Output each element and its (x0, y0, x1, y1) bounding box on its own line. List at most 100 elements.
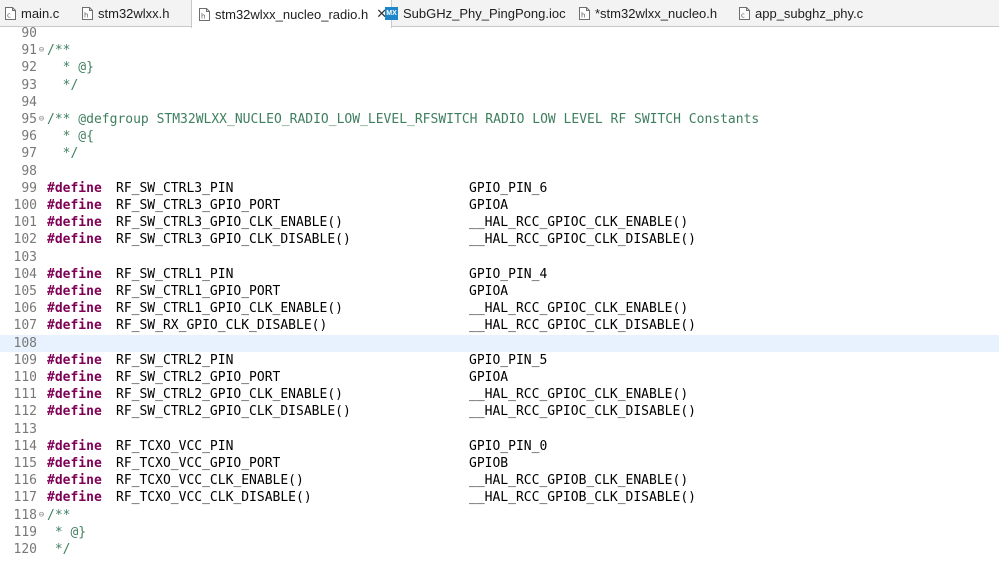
line-number: 114 (13, 438, 37, 454)
define-keyword: #define (47, 232, 102, 248)
comment-text: * @} (47, 60, 94, 76)
define-keyword: #define (47, 456, 102, 471)
code-line[interactable]: 119 * @} (0, 524, 999, 541)
code-line[interactable]: 91 ⊖/** (0, 42, 999, 59)
line-number: 95 (21, 112, 37, 127)
line-number: 118 (13, 507, 37, 523)
code-line[interactable]: 106 #define RF_SW_CTRL1_GPIO_CLK_ENABLE() _… (0, 300, 999, 317)
macro-name: RF_SW_CTRL2_GPIO_PORT (116, 370, 281, 385)
macro-value: GPIOA (469, 370, 509, 385)
code-line[interactable]: 98 (0, 163, 999, 180)
code-line[interactable]: 95 ⊖/** @defgroup STM32WLXX_NUCLEO_RADIO_… (0, 111, 999, 128)
fold-toggle-icon[interactable]: ⊖ (37, 111, 46, 128)
line-number: 113 (13, 421, 37, 437)
line-number: 96 (21, 129, 37, 145)
tab-stm32wlxx-nucleo-h[interactable]: h *stm32wlxx_nucleo.h (578, 0, 717, 27)
macro-name: RF_SW_CTRL2_PIN (116, 352, 234, 368)
code-line[interactable]: 94 (0, 94, 999, 111)
define-keyword: #define (47, 370, 102, 385)
code-line[interactable]: 100 #define RF_SW_CTRL3_GPIO_PORT GPIOA (0, 197, 999, 214)
code-line[interactable]: 112 #define RF_SW_CTRL2_GPIO_CLK_DISABLE()… (0, 403, 999, 420)
h-file-icon: h (81, 7, 93, 20)
code-line[interactable]: 90 (0, 25, 999, 42)
macro-name: RF_SW_RX_GPIO_CLK_DISABLE() (116, 318, 328, 334)
line-number: 94 (21, 94, 37, 110)
svg-text:c: c (741, 12, 745, 20)
tab-subghz-phy-pingpong-ioc[interactable]: MX SubGHz_Phy_PingPong.ioc (385, 0, 566, 27)
code-line[interactable]: 111 #define RF_SW_CTRL2_GPIO_CLK_ENABLE() _… (0, 386, 999, 403)
code-line[interactable]: 109 #define RF_SW_CTRL2_PIN GPIO_PIN_5 (0, 352, 999, 369)
line-number: 101 (13, 215, 37, 231)
code-line[interactable]: 108 (0, 334, 999, 352)
code-line[interactable]: 105 #define RF_SW_CTRL1_GPIO_PORT GPIOA (0, 283, 999, 300)
code-line[interactable]: 115 #define RF_TCXO_VCC_GPIO_PORT GPIOB (0, 455, 999, 472)
define-keyword: #define (47, 284, 102, 299)
c-file-icon: c (4, 7, 16, 20)
code-line[interactable]: 99 #define RF_SW_CTRL3_PIN GPIO_PIN_6 (0, 180, 999, 197)
tab-label: SubGHz_Phy_PingPong.ioc (403, 6, 566, 21)
code-line[interactable]: 117 #define RF_TCXO_VCC_CLK_DISABLE() __HAL… (0, 489, 999, 506)
code-line[interactable]: 104 #define RF_SW_CTRL1_PIN GPIO_PIN_4 (0, 266, 999, 283)
code-line[interactable]: 92 * @} (0, 59, 999, 76)
fold-toggle-icon[interactable]: ⊖ (37, 507, 46, 524)
line-number: 110 (13, 370, 37, 385)
tab-stm32wlxx-nucleo-radio-h[interactable]: h stm32wlxx_nucleo_radio.h ✕ (191, 0, 393, 28)
code-line[interactable]: 103 (0, 249, 999, 266)
code-line[interactable]: 101 #define RF_SW_CTRL3_GPIO_CLK_ENABLE() _… (0, 214, 999, 231)
define-keyword: #define (47, 215, 102, 231)
macro-value: __HAL_RCC_GPIOC_CLK_DISABLE() (469, 318, 696, 334)
code-line[interactable]: 113 (0, 421, 999, 438)
svg-text:h: h (84, 12, 88, 20)
macro-name: RF_SW_CTRL1_GPIO_CLK_ENABLE() (116, 301, 343, 317)
macro-value: __HAL_RCC_GPIOC_CLK_ENABLE() (469, 215, 689, 231)
tab-label: main.c (21, 6, 60, 21)
code-line[interactable]: 96 * @{ (0, 128, 999, 145)
macro-name: RF_TCXO_VCC_GPIO_PORT (116, 456, 281, 471)
tab-stm32wlxx-h[interactable]: h stm32wlxx.h (81, 0, 170, 27)
comment-text: /** @defgroup STM32WLXX_NUCLEO_RADIO_LOW… (47, 112, 760, 127)
code-line[interactable]: 102 #define RF_SW_CTRL3_GPIO_CLK_DISABLE()… (0, 231, 999, 248)
macro-value: GPIO_PIN_5 (469, 352, 548, 368)
define-keyword: #define (47, 318, 102, 334)
comment-text: */ (47, 146, 79, 162)
code-line[interactable]: 110 #define RF_SW_CTRL2_GPIO_PORT GPIOA (0, 369, 999, 386)
h-file-icon: h (198, 7, 210, 21)
line-number: 106 (13, 301, 37, 317)
line-number: 117 (13, 490, 37, 506)
tab-label: *stm32wlxx_nucleo.h (595, 6, 718, 21)
macro-value: GPIO_PIN_6 (469, 180, 548, 196)
line-number: 93 (21, 77, 37, 93)
define-keyword: #define (47, 490, 102, 506)
h-file-icon: h (578, 7, 590, 20)
code-line[interactable]: 118 ⊖/** (0, 507, 999, 524)
comment-text: * @{ (47, 129, 94, 145)
macro-value: GPIOA (469, 198, 509, 213)
define-keyword: #define (47, 266, 102, 282)
tab-app-subghz-phy-c[interactable]: c app_subghz_phy.c (738, 0, 863, 27)
macro-name: RF_TCXO_VCC_CLK_DISABLE() (116, 490, 312, 506)
line-number: 97 (21, 146, 37, 162)
editor-tab-bar: c main.c h stm32wlxx.h h stm32wlxx_nucleo_rad… (0, 0, 999, 28)
line-number: 112 (13, 404, 37, 420)
comment-text: */ (47, 542, 71, 557)
define-keyword: #define (47, 404, 102, 420)
code-line[interactable]: 120 */ (0, 541, 999, 558)
macro-name: RF_SW_CTRL1_GPIO_PORT (116, 284, 281, 299)
code-line[interactable]: 114 #define RF_TCXO_VCC_PIN GPIO_PIN_0 (0, 438, 999, 455)
line-number: 111 (13, 387, 37, 403)
tab-label: stm32wlxx_nucleo_radio.h (215, 6, 369, 22)
macro-name: RF_TCXO_VCC_PIN (116, 438, 234, 454)
code-line[interactable]: 93 */ (0, 77, 999, 94)
tab-main-c[interactable]: c main.c (4, 0, 59, 27)
code-line[interactable]: 97 */ (0, 145, 999, 162)
macro-value: __HAL_RCC_GPIOC_CLK_ENABLE() (469, 301, 689, 317)
comment-text: */ (47, 77, 79, 93)
macro-value: __HAL_RCC_GPIOB_CLK_DISABLE() (469, 490, 696, 506)
fold-toggle-icon[interactable]: ⊖ (37, 42, 46, 59)
code-line[interactable]: 116 #define RF_TCXO_VCC_CLK_ENABLE() __HAL_… (0, 472, 999, 489)
line-number: 115 (13, 456, 37, 471)
line-number: 91 (21, 43, 37, 59)
code-editor[interactable]: 90 91 ⊖/** 92 * @} 93 */94 95 ⊖/** @defgroup S… (0, 25, 999, 564)
code-line[interactable]: 107 #define RF_SW_RX_GPIO_CLK_DISABLE() __H… (0, 317, 999, 334)
macro-name: RF_SW_CTRL1_PIN (116, 266, 234, 282)
